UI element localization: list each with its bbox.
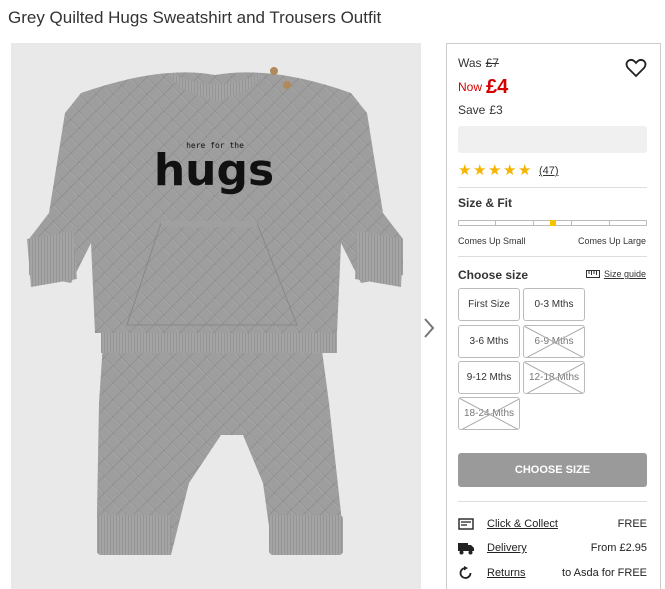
- star-icon: ★: [458, 162, 472, 179]
- save-value: £3: [489, 103, 503, 117]
- size-option-6-9-mths[interactable]: 6-9 Mths: [523, 325, 585, 358]
- fit-tick: [533, 221, 534, 225]
- click-collect-icon: [458, 518, 474, 530]
- out-of-stock-cross-icon: [524, 362, 584, 393]
- delivery-row: Delivery From £2.95: [458, 539, 647, 557]
- next-image-arrow-icon[interactable]: [420, 314, 438, 342]
- divider: [458, 187, 647, 188]
- fit-tick: [571, 221, 572, 225]
- print-big-text: hugs: [154, 145, 274, 196]
- star-rating[interactable]: ★ ★ ★ ★ ★ (47): [458, 162, 559, 179]
- size-option-label: 0-3 Mths: [534, 299, 574, 310]
- now-value: £4: [486, 76, 509, 98]
- size-guide-label: Size guide: [603, 269, 646, 279]
- returns-link[interactable]: Returns: [487, 567, 526, 579]
- fit-left-label: Comes Up Small: [458, 236, 526, 246]
- delivery-value: From £2.95: [590, 542, 647, 554]
- click-collect-value: FREE: [617, 518, 647, 530]
- size-option-label: 9-12 Mths: [466, 372, 512, 383]
- size-option-12-18-mths[interactable]: 12-18 Mths: [523, 361, 585, 394]
- size-option-3-6-mths[interactable]: 3-6 Mths: [458, 325, 520, 358]
- save-label: Save: [458, 103, 486, 117]
- placeholder-bar: [458, 126, 647, 153]
- choose-size-title: Choose size: [458, 268, 529, 282]
- product-title: Grey Quilted Hugs Sweatshirt and Trouser…: [8, 8, 382, 27]
- save-amount: Save £3: [458, 103, 503, 117]
- out-of-stock-cross-icon: [524, 326, 584, 357]
- star-icon: ★: [518, 162, 532, 179]
- fit-tick: [609, 221, 610, 225]
- size-option-first-size[interactable]: First Size: [458, 288, 520, 321]
- returns-icon: [459, 566, 472, 579]
- heart-icon[interactable]: [625, 58, 647, 78]
- purchase-panel: Was £7 Now £4 Save £3 ★ ★ ★ ★ ★ (47) Size &…: [446, 43, 661, 589]
- fit-scale: [458, 220, 647, 226]
- delivery-link[interactable]: Delivery: [487, 542, 527, 554]
- star-icon: ★: [488, 162, 502, 179]
- returns-value: to Asda for FREE: [562, 567, 647, 579]
- was-value: £7: [485, 56, 499, 70]
- divider: [458, 501, 647, 502]
- size-option-label: First Size: [468, 299, 510, 310]
- was-label: Was: [458, 56, 482, 70]
- product-image: here for the hugs: [11, 43, 421, 589]
- size-option-18-24-mths[interactable]: 18-24 Mths: [458, 397, 520, 430]
- size-option-0-3-mths[interactable]: 0-3 Mths: [523, 288, 585, 321]
- divider: [458, 256, 647, 257]
- star-icon: ★: [503, 162, 517, 179]
- was-price: Was £7: [458, 56, 499, 70]
- review-count-link[interactable]: (47): [539, 165, 559, 177]
- now-label: Now: [458, 80, 483, 94]
- truck-icon: [458, 543, 474, 555]
- ruler-icon: [585, 270, 600, 278]
- size-guide-link[interactable]: Size guide: [585, 269, 646, 279]
- fit-title: Size & Fit: [458, 196, 513, 210]
- click-collect-link[interactable]: Click & Collect: [487, 518, 558, 530]
- fit-right-label: Comes Up Large: [577, 236, 646, 246]
- returns-row: Returns to Asda for FREE: [458, 564, 647, 582]
- choose-size-button[interactable]: CHOOSE SIZE: [458, 453, 647, 487]
- out-of-stock-cross-icon: [459, 398, 519, 429]
- click-collect-row: Click & Collect FREE: [458, 515, 647, 533]
- fit-marker: [549, 220, 556, 226]
- star-icon: ★: [473, 162, 487, 179]
- size-option-9-12-mths[interactable]: 9-12 Mths: [458, 361, 520, 394]
- size-option-label: 3-6 Mths: [469, 336, 509, 347]
- now-price: Now £4: [458, 74, 509, 98]
- fit-tick: [495, 221, 496, 225]
